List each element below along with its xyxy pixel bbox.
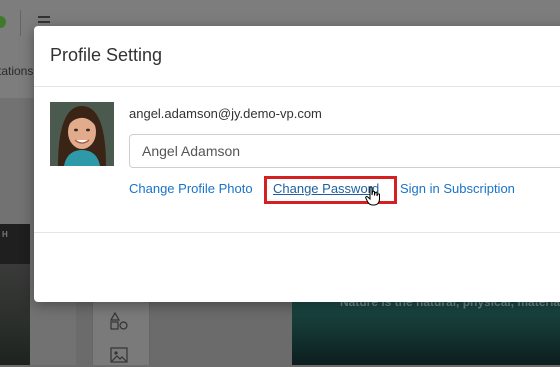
image-icon[interactable]: [110, 346, 128, 364]
canvas-image[interactable]: [292, 300, 560, 365]
thumbnail-label: H: [2, 230, 8, 239]
profile-setting-modal: Profile Setting angel.adamson@jy.demo-vp…: [34, 26, 560, 302]
avatar: [50, 102, 114, 166]
hand-cursor-icon: [365, 186, 381, 206]
app-logo: [0, 16, 6, 28]
subbar-tab-label[interactable]: tations: [0, 64, 33, 78]
topbar-divider: [20, 10, 21, 36]
shapes-icon[interactable]: [109, 311, 128, 330]
thumbnail-image: [0, 264, 30, 365]
modal-divider: [34, 232, 560, 233]
email-text: angel.adamson@jy.demo-vp.com: [129, 106, 322, 121]
display-name-input[interactable]: [129, 134, 560, 168]
sign-in-subscription-link[interactable]: Sign in Subscription: [400, 181, 515, 196]
modal-title: Profile Setting: [50, 45, 163, 65]
modal-header: Profile Setting: [34, 26, 560, 87]
change-profile-photo-link[interactable]: Change Profile Photo: [129, 181, 253, 196]
